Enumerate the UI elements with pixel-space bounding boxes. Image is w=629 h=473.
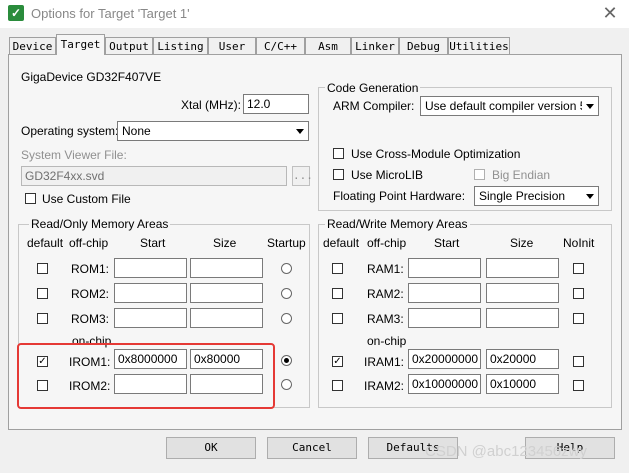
ram-noinit-header: NoInit [563,236,595,250]
os-label: Operating system: [21,124,119,138]
rom1-start-input[interactable] [114,258,187,278]
rom1-label: ROM1: [71,262,110,276]
ram-offchip-header: off-chip [367,236,407,250]
app-icon: ✓ [8,5,24,21]
os-value: None [122,124,151,138]
cancel-button[interactable]: Cancel [267,437,357,459]
ram2-start-input[interactable] [408,283,481,303]
iram1-default-checkbox[interactable]: ✓ [332,356,343,367]
rom2-startup-radio[interactable] [281,288,292,299]
ram1-noinit-checkbox[interactable] [573,263,584,274]
arm-compiler-value: Use default compiler version 5 [425,99,587,113]
iram1-start-input[interactable]: 0x20000000 [408,349,481,369]
rom-start-header: Start [140,236,166,250]
rom2-size-input[interactable] [190,283,263,303]
close-icon[interactable]: ✕ [596,2,624,26]
irom1-startup-radio[interactable] [281,355,292,366]
ram3-default-checkbox[interactable] [332,313,343,324]
iram2-noinit-checkbox[interactable] [573,380,584,391]
rom1-startup-radio[interactable] [281,263,292,274]
rom2-start-input[interactable] [114,283,187,303]
ram2-size-input[interactable] [486,283,559,303]
rom1-default-checkbox[interactable] [37,263,48,274]
microlib-checkbox[interactable] [333,169,344,180]
chevron-down-icon[interactable] [292,123,307,139]
fph-label: Floating Point Hardware: [333,189,466,203]
rom-size-header: Size [213,236,237,250]
big-endian-checkbox[interactable] [474,169,485,180]
arm-compiler-select[interactable]: Use default compiler version 5 [420,96,599,116]
window-title: Options for Target 'Target 1' [31,6,190,21]
iram1-size-input[interactable]: 0x20000 [486,349,559,369]
ram2-noinit-checkbox[interactable] [573,288,584,299]
iram2-size-input[interactable]: 0x10000 [486,374,559,394]
big-endian-label: Big Endian [492,168,551,182]
rom2-default-checkbox[interactable] [37,288,48,299]
rom3-start-input[interactable] [114,308,187,328]
tab-utilities[interactable]: Utilities [448,37,510,54]
ram1-default-checkbox[interactable] [332,263,343,274]
svd-browse-button[interactable]: ... [292,166,313,186]
xtal-label: Xtal (MHz): [181,98,241,112]
svd-label: System Viewer File: [21,148,127,162]
rom2-label: ROM2: [71,287,110,301]
ram1-start-input[interactable] [408,258,481,278]
ok-button[interactable]: OK [166,437,256,459]
rom1-size-input[interactable] [190,258,263,278]
rom-startup-header: Startup [267,236,306,250]
ram2-default-checkbox[interactable] [332,288,343,299]
device-name: GigaDevice GD32F407VE [21,70,162,84]
cross-module-label: Use Cross-Module Optimization [351,147,521,161]
cross-module-checkbox[interactable] [333,148,344,159]
ram1-size-input[interactable] [486,258,559,278]
tab-linker[interactable]: Linker [351,37,399,54]
chevron-down-icon[interactable] [582,188,597,204]
tab-c-cpp[interactable]: C/C++ [256,37,305,54]
ram2-label: RAM2: [367,287,404,301]
custom-file-checkbox[interactable] [25,193,36,204]
ram-onchip-label: on-chip [367,334,407,348]
tab-listing[interactable]: Listing [153,37,208,54]
ram3-label: RAM3: [367,312,404,326]
rom-offchip-header: off-chip [69,236,109,250]
tab-debug[interactable]: Debug [399,37,448,54]
ram-start-header: Start [434,236,460,250]
highlight-box [17,343,275,409]
ram-areas-title: Read/Write Memory Areas [325,217,470,231]
rom3-default-checkbox[interactable] [37,313,48,324]
ram3-start-input[interactable] [408,308,481,328]
iram1-label: IRAM1: [364,355,405,369]
ram1-label: RAM1: [367,262,404,276]
tab-device[interactable]: Device [9,37,56,54]
iram2-default-checkbox[interactable] [332,380,343,391]
chevron-down-icon[interactable] [582,98,597,114]
iram1-noinit-checkbox[interactable] [573,356,584,367]
rom-areas-title: Read/Only Memory Areas [29,217,171,231]
code-generation-title: Code Generation [325,81,421,95]
fph-select[interactable]: Single Precision [474,186,599,206]
custom-file-label: Use Custom File [42,192,131,206]
iram2-start-input[interactable]: 0x10000000 [408,374,481,394]
iram2-label: IRAM2: [364,379,405,393]
irom2-startup-radio[interactable] [281,379,292,390]
os-select[interactable]: None [117,121,309,141]
tab-target[interactable]: Target [56,34,105,55]
tab-output[interactable]: Output [105,37,153,54]
fph-value: Single Precision [479,189,566,203]
rom3-label: ROM3: [71,312,110,326]
microlib-label: Use MicroLIB [351,168,424,182]
xtal-input[interactable]: 12.0 [243,94,309,114]
svd-input[interactable]: GD32F4xx.svd [21,166,287,186]
rom3-startup-radio[interactable] [281,313,292,324]
arm-compiler-label: ARM Compiler: [333,99,415,113]
watermark: CSDN @abc123456zwy [425,443,587,460]
ram-default-header: default [323,236,360,250]
rom3-size-input[interactable] [190,308,263,328]
tab-asm[interactable]: Asm [305,37,351,54]
tab-user[interactable]: User [208,37,256,54]
ram-size-header: Size [510,236,534,250]
ram3-size-input[interactable] [486,308,559,328]
rom-default-header: default [27,236,64,250]
ram3-noinit-checkbox[interactable] [573,313,584,324]
